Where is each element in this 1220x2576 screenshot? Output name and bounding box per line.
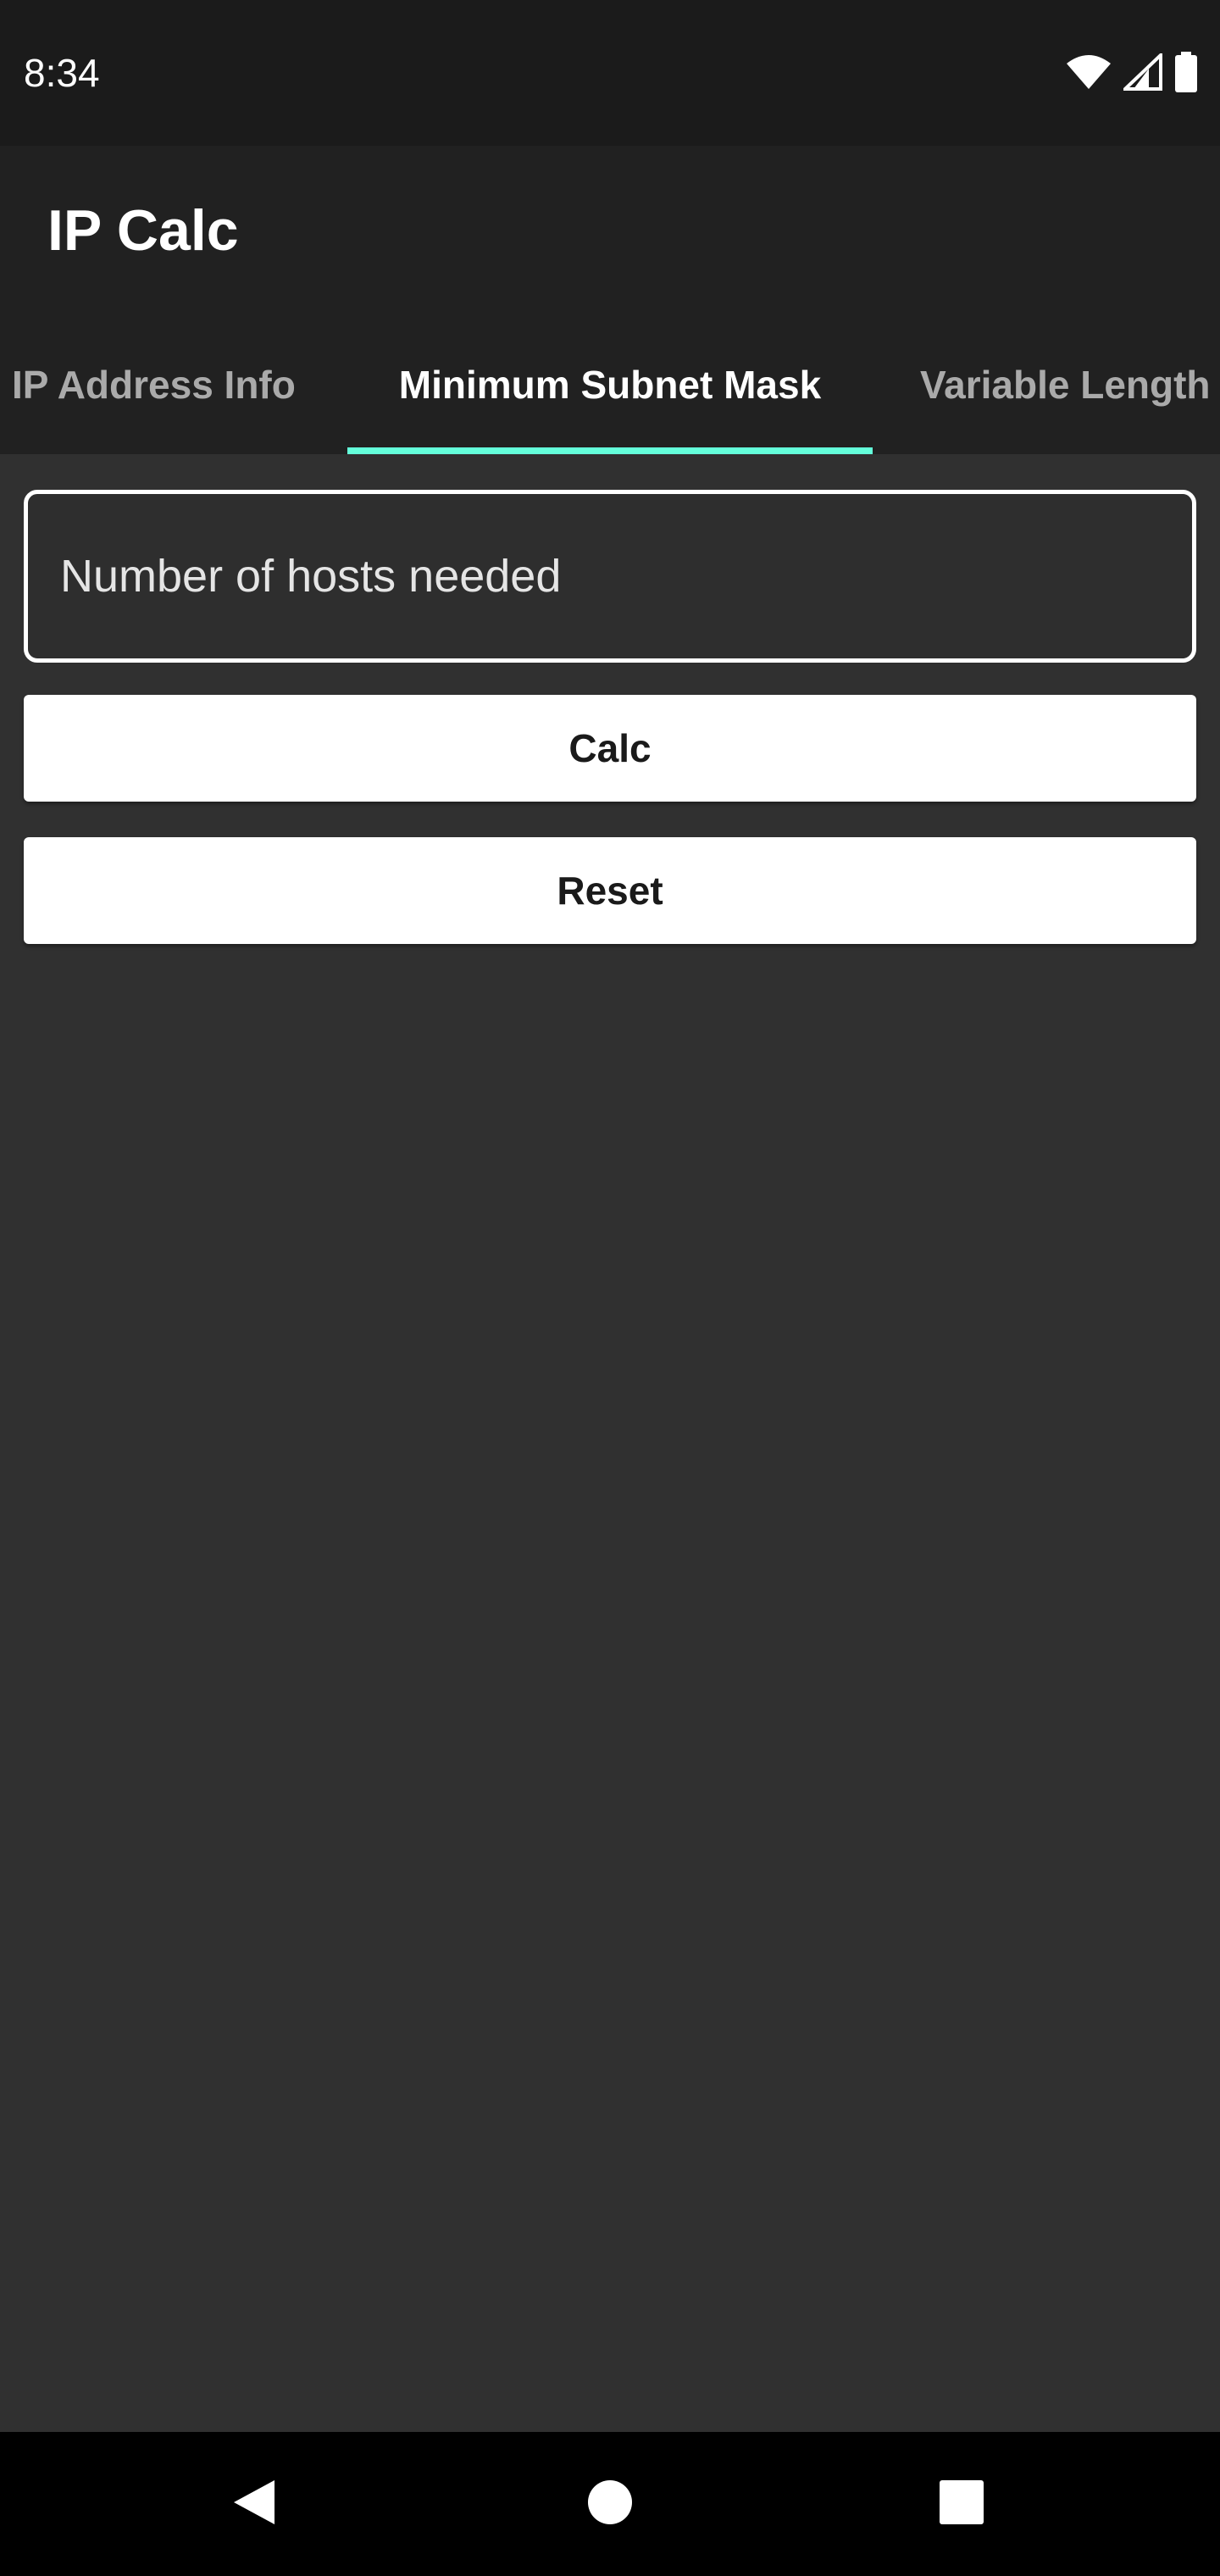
cell-signal-icon	[1123, 53, 1162, 91]
status-icons	[1066, 51, 1198, 93]
tab-minimum-subnet-mask[interactable]: Minimum Subnet Mask	[347, 315, 873, 454]
hosts-input-field[interactable]	[24, 490, 1196, 663]
hosts-input[interactable]	[60, 494, 1145, 658]
app-bar: IP Calc	[0, 146, 1220, 315]
app-title: IP Calc	[47, 198, 239, 263]
battery-icon	[1174, 52, 1198, 92]
calc-button[interactable]: Calc	[24, 695, 1196, 802]
recents-button[interactable]	[919, 2462, 1004, 2546]
home-icon	[586, 2479, 634, 2530]
wifi-icon	[1066, 53, 1112, 91]
tab-ip-address-info[interactable]: IP Address Info	[0, 315, 325, 454]
recents-icon	[939, 2479, 984, 2529]
active-tab-indicator	[347, 447, 873, 454]
navigation-bar	[0, 2432, 1220, 2576]
back-icon	[230, 2477, 278, 2532]
reset-button[interactable]: Reset	[24, 837, 1196, 944]
status-time: 8:34	[24, 51, 100, 95]
back-button[interactable]	[212, 2462, 297, 2546]
home-button[interactable]	[568, 2462, 652, 2546]
tab-bar: IP Address Info Minimum Subnet Mask Vari…	[0, 315, 1220, 454]
status-bar: 8:34	[0, 0, 1220, 146]
tab-variable-length[interactable]: Variable Length	[898, 315, 1220, 454]
